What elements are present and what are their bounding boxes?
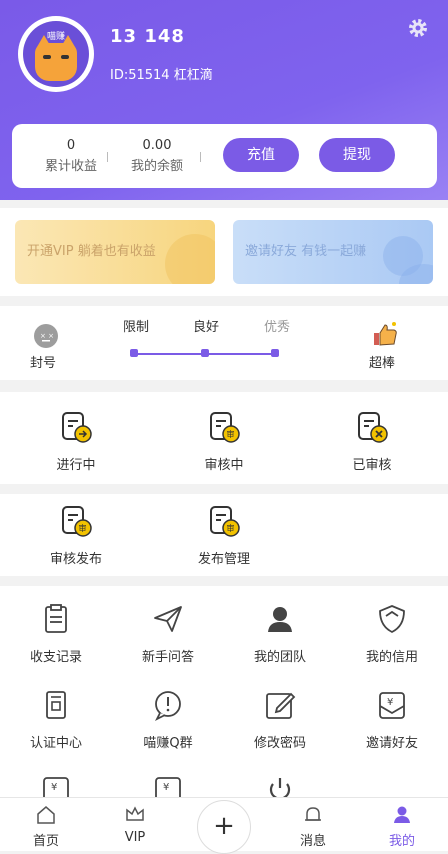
money-envelope-icon[interactable]: ¥ bbox=[151, 776, 185, 798]
doc-review-icon: 审 bbox=[210, 506, 240, 537]
under-review-label: 审核中 bbox=[204, 458, 244, 473]
publish-manage-label: 发布管理 bbox=[197, 552, 250, 567]
verification-label: 认证中心 bbox=[29, 736, 82, 751]
invite-friends-button[interactable]: ¥ 邀请好友 bbox=[336, 688, 448, 751]
tab-vip-label: VIP bbox=[124, 830, 146, 845]
earnings-stat[interactable]: 0 累计收益 bbox=[26, 138, 116, 174]
my-team-button[interactable]: 我的团队 bbox=[224, 602, 336, 665]
change-password-label: 修改密码 bbox=[253, 736, 306, 751]
invite-banner-text: 邀请好友 有钱一起赚 bbox=[245, 244, 367, 259]
tab-mine[interactable]: 我的 bbox=[372, 804, 432, 849]
transactions-label: 收支记录 bbox=[29, 650, 82, 665]
team-icon bbox=[268, 607, 292, 632]
in-progress-button[interactable]: 进行中 bbox=[20, 410, 132, 473]
svg-text:¥: ¥ bbox=[387, 697, 393, 708]
svg-text:审: 审 bbox=[227, 429, 235, 439]
level-dot bbox=[130, 349, 138, 357]
level-dot bbox=[201, 349, 209, 357]
clipboard-icon bbox=[45, 604, 67, 633]
tab-vip[interactable]: VIP bbox=[105, 804, 165, 845]
gear-icon[interactable] bbox=[406, 16, 430, 40]
doc-review-icon: 审 bbox=[210, 412, 240, 443]
tab-mine-label: 我的 bbox=[388, 834, 415, 849]
user-id: ID:51514 杠杠滴 bbox=[110, 68, 213, 83]
user-icon bbox=[394, 806, 410, 823]
thumbs-up-icon bbox=[374, 322, 397, 346]
avatar[interactable]: 喵赚 bbox=[18, 16, 94, 92]
money-envelope-icon: ¥ bbox=[379, 692, 405, 719]
in-progress-label: 进行中 bbox=[56, 458, 96, 473]
transactions-button[interactable]: 收支记录 bbox=[0, 602, 112, 665]
divider bbox=[200, 152, 201, 162]
my-team-label: 我的团队 bbox=[253, 650, 306, 665]
user-phone: 13 148 bbox=[110, 26, 185, 47]
verification-button[interactable]: 认证中心 bbox=[0, 688, 112, 751]
cat-mascot-icon bbox=[35, 35, 77, 81]
level-restricted: 限制 bbox=[123, 320, 150, 335]
credit-left-label: 封号 bbox=[30, 356, 57, 371]
vip-banner-text: 开通VIP 躺着也有收益 bbox=[27, 244, 156, 259]
earnings-label: 累计收益 bbox=[44, 159, 97, 174]
faq-label: 新手问答 bbox=[141, 650, 194, 665]
level-good: 良好 bbox=[193, 320, 220, 335]
svg-text:审: 审 bbox=[79, 523, 87, 533]
qq-group-label: 喵赚Q群 bbox=[143, 736, 193, 751]
promo-banners: 开通VIP 躺着也有收益 邀请好友 有钱一起赚 bbox=[0, 208, 448, 296]
credit-right-label: 超棒 bbox=[369, 356, 396, 371]
doc-arrow-icon bbox=[62, 412, 92, 443]
home-icon bbox=[37, 806, 55, 824]
menu-grid: 收支记录 新手问答 我的团队 我的信用 认证中心 喵赚Q群 修改密码 ¥ 邀请好… bbox=[0, 586, 448, 798]
recharge-button[interactable]: 充值 bbox=[223, 138, 299, 172]
tab-messages[interactable]: 消息 bbox=[283, 804, 343, 849]
bell-icon bbox=[305, 807, 321, 821]
svg-text:× ×: × × bbox=[40, 332, 54, 340]
invite-friends-label: 邀请好友 bbox=[365, 736, 418, 751]
crown-icon bbox=[126, 806, 144, 821]
svg-text:¥: ¥ bbox=[51, 782, 57, 793]
review-publish-label: 审核发布 bbox=[49, 552, 102, 567]
change-password-button[interactable]: 修改密码 bbox=[224, 688, 336, 751]
power-icon[interactable] bbox=[263, 776, 297, 798]
balance-value: 0.00 bbox=[142, 138, 172, 153]
id-document-icon bbox=[46, 691, 66, 719]
tab-home[interactable]: 首页 bbox=[16, 804, 76, 849]
my-credit-label: 我的信用 bbox=[365, 650, 418, 665]
money-envelope-icon[interactable]: ¥ bbox=[39, 776, 73, 798]
banned-face-icon: × × bbox=[34, 324, 58, 348]
reviewed-button[interactable]: 已审核 bbox=[316, 410, 428, 473]
level-dot bbox=[271, 349, 279, 357]
faq-button[interactable]: 新手问答 bbox=[112, 602, 224, 665]
speech-alert-icon bbox=[154, 691, 181, 722]
publish-section: 审 审核发布 审 发布管理 bbox=[0, 494, 448, 576]
shield-icon bbox=[379, 605, 405, 633]
qq-group-button[interactable]: 喵赚Q群 bbox=[112, 688, 224, 751]
withdraw-button[interactable]: 提现 bbox=[319, 138, 395, 172]
reviewed-label: 已审核 bbox=[352, 458, 392, 473]
paper-plane-icon bbox=[154, 606, 182, 632]
level-excellent: 优秀 bbox=[264, 320, 291, 335]
vip-banner[interactable]: 开通VIP 躺着也有收益 bbox=[15, 220, 215, 284]
svg-text:审: 审 bbox=[227, 523, 235, 533]
publish-manage-button[interactable]: 审 发布管理 bbox=[168, 504, 280, 567]
add-button[interactable]: + bbox=[197, 800, 251, 854]
order-status-section: 进行中 审 审核中 已审核 bbox=[0, 392, 448, 484]
under-review-button[interactable]: 审 审核中 bbox=[168, 410, 280, 473]
doc-cross-icon bbox=[358, 412, 388, 443]
invite-banner[interactable]: 邀请好友 有钱一起赚 bbox=[233, 220, 433, 284]
earnings-value: 0 bbox=[66, 138, 76, 153]
my-credit-button[interactable]: 我的信用 bbox=[336, 602, 448, 665]
edit-icon bbox=[266, 692, 296, 719]
account-card: 0 累计收益 0.00 我的余额 充值 提现 bbox=[12, 124, 437, 188]
divider bbox=[107, 152, 108, 162]
doc-review-icon: 审 bbox=[62, 506, 92, 537]
tab-home-label: 首页 bbox=[32, 834, 59, 849]
tab-messages-label: 消息 bbox=[299, 834, 326, 849]
svg-text:¥: ¥ bbox=[163, 782, 169, 793]
credit-level-panel: × × 封号 限制 良好 优秀 超棒 bbox=[0, 306, 448, 380]
balance-stat[interactable]: 0.00 我的余额 bbox=[112, 138, 202, 174]
review-publish-button[interactable]: 审 审核发布 bbox=[20, 504, 132, 567]
balance-label: 我的余额 bbox=[130, 159, 183, 174]
avatar-logo-text: 喵赚 bbox=[46, 32, 65, 42]
